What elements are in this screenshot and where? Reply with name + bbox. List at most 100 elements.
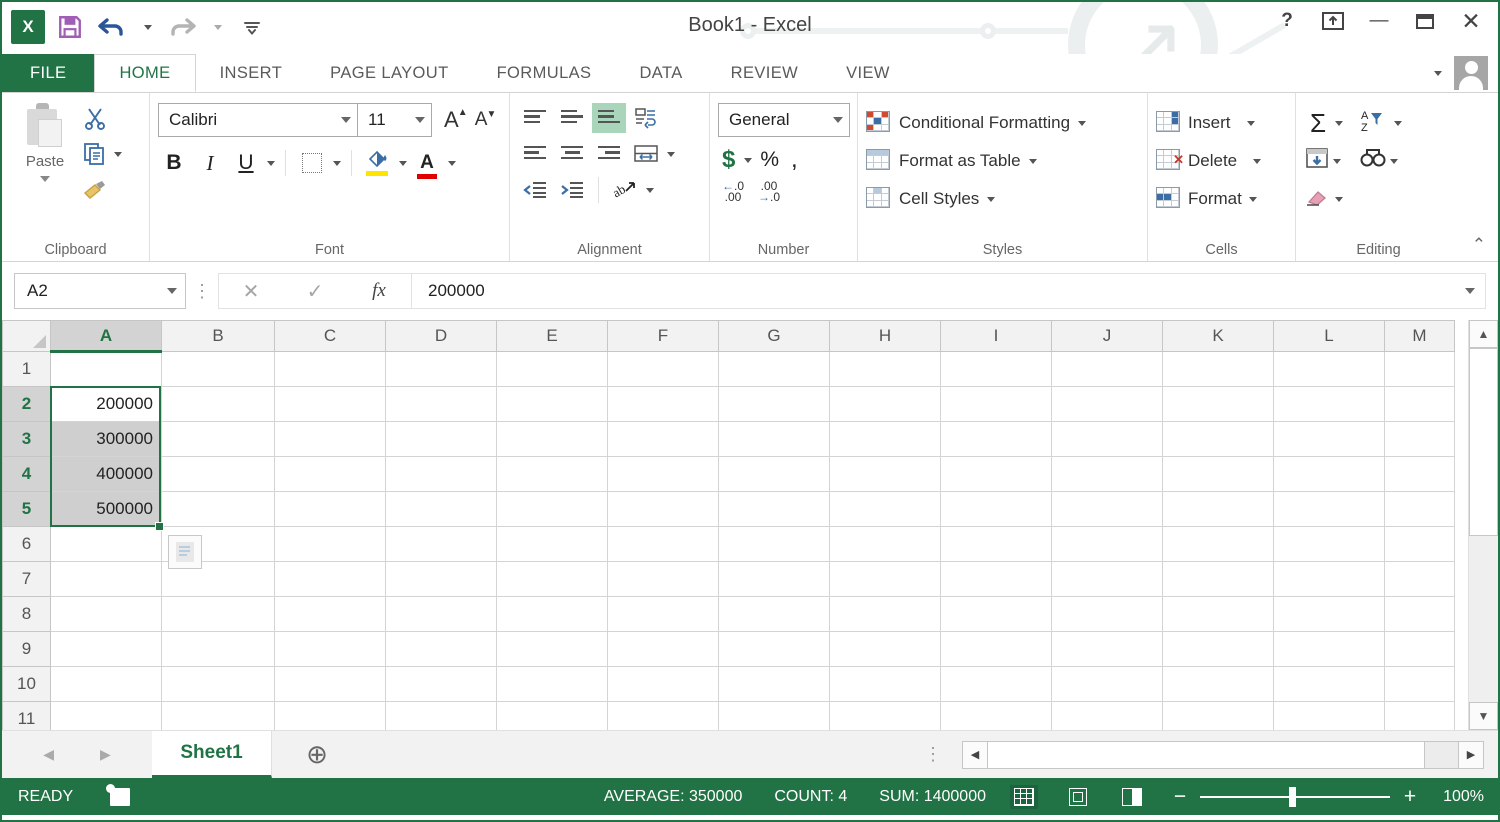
cell-I3[interactable]: [940, 421, 1052, 457]
cell-M9[interactable]: [1384, 631, 1455, 667]
cell-L6[interactable]: [1273, 526, 1385, 562]
cell-I8[interactable]: [940, 596, 1052, 632]
column-header-M[interactable]: M: [1384, 320, 1455, 352]
cell-H10[interactable]: [829, 666, 941, 702]
cell-E5[interactable]: [496, 491, 608, 527]
cell-L10[interactable]: [1273, 666, 1385, 702]
column-header-A[interactable]: A: [50, 320, 162, 353]
column-header-I[interactable]: I: [940, 320, 1052, 352]
cell-I4[interactable]: [940, 456, 1052, 492]
cell-D6[interactable]: [385, 526, 497, 562]
cell-H3[interactable]: [829, 421, 941, 457]
insert-function-icon[interactable]: fx: [347, 280, 411, 302]
cell-E9[interactable]: [496, 631, 608, 667]
formula-input[interactable]: 200000: [411, 273, 1486, 309]
middle-align-icon[interactable]: [555, 103, 589, 133]
font-color-icon[interactable]: A: [411, 147, 443, 179]
cell-K5[interactable]: [1162, 491, 1274, 527]
underline-dropdown-icon[interactable]: [267, 160, 275, 166]
cell-J9[interactable]: [1051, 631, 1163, 667]
cell-F7[interactable]: [607, 561, 719, 597]
cell-M1[interactable]: [1384, 351, 1455, 387]
cell-E1[interactable]: [496, 351, 608, 387]
cell-A1[interactable]: [50, 351, 162, 387]
cell-J5[interactable]: [1051, 491, 1163, 527]
cell-A2[interactable]: 200000: [50, 386, 162, 422]
row-header-5[interactable]: 5: [2, 491, 51, 527]
page-layout-view-icon[interactable]: [1064, 785, 1092, 809]
cell-G6[interactable]: [718, 526, 830, 562]
fill-color-dropdown-icon[interactable]: [399, 160, 407, 166]
cell-A10[interactable]: [50, 666, 162, 702]
paste-button[interactable]: Paste: [10, 99, 80, 239]
wrap-text-icon[interactable]: [629, 103, 663, 133]
tab-review[interactable]: REVIEW: [707, 54, 823, 92]
cell-A9[interactable]: [50, 631, 162, 667]
increase-font-size-button[interactable]: A ▲: [444, 107, 468, 133]
horizontal-scroll-thumb[interactable]: [988, 741, 1426, 768]
row-header-7[interactable]: 7: [2, 561, 51, 597]
find-and-select-dropdown-icon[interactable]: [1390, 158, 1398, 164]
orientation-dropdown-icon[interactable]: [646, 187, 654, 193]
worksheet-grid[interactable]: ABCDEFGHIJKLM 1 2 200000 3 300000 4 400000 5 500…: [2, 320, 1468, 730]
tab-home[interactable]: HOME: [94, 54, 196, 92]
cell-A8[interactable]: [50, 596, 162, 632]
cell-F2[interactable]: [607, 386, 719, 422]
autosum-dropdown-icon[interactable]: [1335, 120, 1344, 126]
cell-K9[interactable]: [1162, 631, 1274, 667]
cell-K1[interactable]: [1162, 351, 1274, 387]
zoom-slider-thumb[interactable]: [1289, 786, 1297, 807]
add-sheet-icon[interactable]: ⊕: [272, 731, 362, 778]
cell-F8[interactable]: [607, 596, 719, 632]
italic-button[interactable]: I: [194, 147, 226, 179]
cell-L9[interactable]: [1273, 631, 1385, 667]
cell-A5[interactable]: 500000: [50, 491, 162, 527]
zoom-level-label[interactable]: 100%: [1436, 788, 1498, 806]
cell-B11[interactable]: [161, 701, 275, 730]
name-box-dropdown-icon[interactable]: [167, 288, 177, 294]
fill-color-icon[interactable]: [362, 147, 394, 179]
cell-K8[interactable]: [1162, 596, 1274, 632]
column-header-F[interactable]: F: [607, 320, 719, 352]
cell-J11[interactable]: [1051, 701, 1163, 730]
cell-L2[interactable]: [1273, 386, 1385, 422]
horizontal-scroll-track[interactable]: [988, 740, 1458, 769]
format-as-table-button[interactable]: Format as Table: [866, 143, 1139, 179]
cell-F6[interactable]: [607, 526, 719, 562]
cell-K6[interactable]: [1162, 526, 1274, 562]
cell-F1[interactable]: [607, 351, 719, 387]
conditional-formatting-dropdown-icon[interactable]: [1078, 120, 1087, 126]
top-align-icon[interactable]: [518, 103, 552, 133]
row-header-6[interactable]: 6: [2, 526, 51, 562]
cell-I6[interactable]: [940, 526, 1052, 562]
cell-J7[interactable]: [1051, 561, 1163, 597]
cell-C10[interactable]: [274, 666, 386, 702]
cell-styles-dropdown-icon[interactable]: [987, 196, 996, 202]
cell-H9[interactable]: [829, 631, 941, 667]
cell-K2[interactable]: [1162, 386, 1274, 422]
row-header-3[interactable]: 3: [2, 421, 51, 457]
row-header-8[interactable]: 8: [2, 596, 51, 632]
row-header-10[interactable]: 10: [2, 666, 51, 702]
cell-G8[interactable]: [718, 596, 830, 632]
cell-D11[interactable]: [385, 701, 497, 730]
comma-style-button[interactable]: ,: [787, 145, 802, 175]
cell-I11[interactable]: [940, 701, 1052, 730]
cell-M8[interactable]: [1384, 596, 1455, 632]
cell-H7[interactable]: [829, 561, 941, 597]
column-header-B[interactable]: B: [161, 320, 275, 352]
cell-C3[interactable]: [274, 421, 386, 457]
column-header-D[interactable]: D: [385, 320, 497, 352]
number-format-dropdown-icon[interactable]: [833, 117, 843, 123]
cell-L11[interactable]: [1273, 701, 1385, 730]
cell-F5[interactable]: [607, 491, 719, 527]
cell-A7[interactable]: [50, 561, 162, 597]
cell-K10[interactable]: [1162, 666, 1274, 702]
cell-L4[interactable]: [1273, 456, 1385, 492]
cell-M5[interactable]: [1384, 491, 1455, 527]
cancel-formula-icon[interactable]: ✕: [219, 279, 283, 304]
cell-H11[interactable]: [829, 701, 941, 730]
cell-C4[interactable]: [274, 456, 386, 492]
help-icon[interactable]: ?: [1274, 8, 1300, 34]
cell-D2[interactable]: [385, 386, 497, 422]
